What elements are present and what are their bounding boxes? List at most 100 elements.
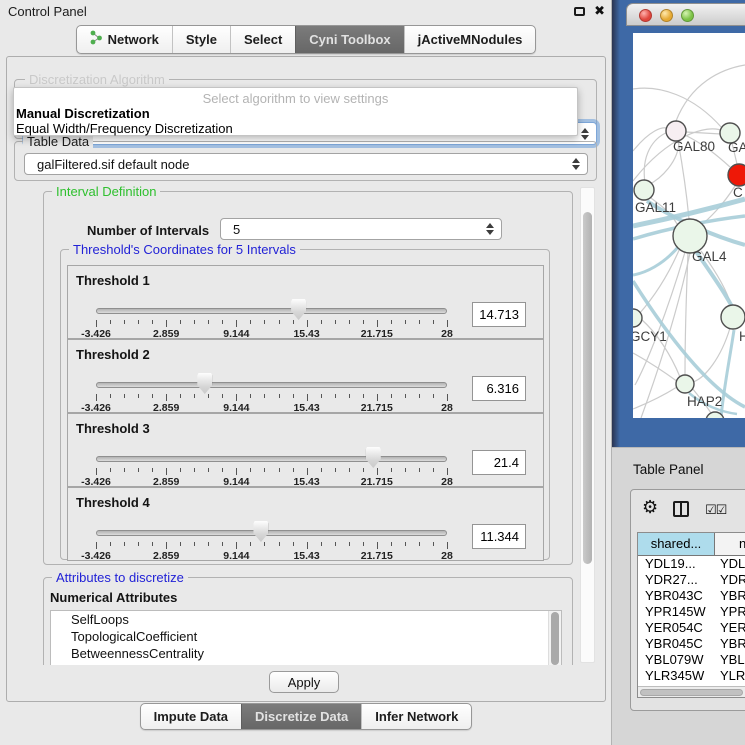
- tick-mark: [222, 542, 223, 546]
- network-edge[interactable]: [693, 328, 730, 382]
- cell-name[interactable]: YDL1: [715, 556, 745, 572]
- table-row[interactable]: YPR145WYPR1: [638, 604, 745, 620]
- tick-mark: [307, 542, 308, 549]
- tick-mark: [208, 394, 209, 398]
- threshold-value-field[interactable]: 6.316: [472, 376, 526, 401]
- minimize-traffic-light-icon[interactable]: [660, 9, 673, 22]
- tab-select[interactable]: Select: [230, 26, 295, 53]
- network-edge[interactable]: [639, 248, 680, 314]
- tick-mark: [377, 542, 378, 549]
- network-node-gal11[interactable]: [634, 180, 654, 200]
- table-row[interactable]: YBR043CYBR0: [638, 588, 745, 604]
- slider-track[interactable]: [96, 382, 447, 388]
- cell-name[interactable]: YER0: [715, 620, 745, 636]
- interval-definition-group: Interval Definition Number of Intervals …: [43, 191, 573, 565]
- threshold-value-field[interactable]: 11.344: [472, 524, 526, 549]
- table-row[interactable]: YDL19...YDL1: [638, 556, 745, 572]
- cell-shared-name[interactable]: YLR345W: [638, 668, 715, 684]
- network-edge-highlighted[interactable]: [721, 330, 734, 418]
- list-scrollbar[interactable]: [548, 611, 561, 665]
- network-edge-highlighted[interactable]: [633, 246, 679, 275]
- cell-shared-name[interactable]: YER054C: [638, 620, 715, 636]
- node-label: GAL4: [692, 249, 727, 264]
- scrollbar-thumb[interactable]: [583, 212, 592, 564]
- cell-shared-name[interactable]: YDR27...: [638, 572, 715, 588]
- cell-name[interactable]: YPR1: [715, 604, 745, 620]
- attribute-item[interactable]: TopologicalCoefficient: [51, 628, 561, 645]
- tick-mark: [391, 468, 392, 472]
- tick-mark: [264, 394, 265, 398]
- cell-shared-name[interactable]: YBR043C: [638, 588, 715, 604]
- numerical-attributes-list[interactable]: SelfLoopsTopologicalCoefficientBetweenne…: [50, 610, 562, 665]
- network-node-gal80[interactable]: [666, 121, 686, 141]
- network-window-titlebar[interactable]: [626, 3, 745, 26]
- cell-shared-name[interactable]: YBR045C: [638, 636, 715, 652]
- num-intervals-combobox[interactable]: 5: [220, 218, 502, 240]
- tick-mark: [321, 468, 322, 472]
- table-row[interactable]: YBR045CYBR0: [638, 636, 745, 652]
- scrollbar-thumb[interactable]: [640, 689, 743, 696]
- table-row[interactable]: YBL079WYBL0: [638, 652, 745, 668]
- slider-track[interactable]: [96, 456, 447, 462]
- vertical-scrollbar[interactable]: [580, 187, 595, 663]
- column-header-name[interactable]: na: [715, 533, 745, 555]
- slider-handle[interactable]: [366, 447, 381, 468]
- network-node-c[interactable]: [728, 164, 745, 186]
- network-node-h[interactable]: [721, 305, 745, 329]
- dropdown-option-manual-discretization[interactable]: Manual Discretization: [16, 106, 150, 121]
- cell-shared-name[interactable]: YBL079W: [638, 652, 715, 668]
- tick-mark: [349, 394, 350, 398]
- attribute-item[interactable]: BetweennessCentrality: [51, 645, 561, 662]
- close-traffic-light-icon[interactable]: [639, 9, 652, 22]
- cell-shared-name[interactable]: YDL19...: [638, 556, 715, 572]
- dropdown-option-equal-width[interactable]: Equal Width/Frequency Discretization: [16, 121, 233, 136]
- cell-name[interactable]: YBR0: [715, 636, 745, 652]
- checkbox-columns-icon[interactable]: ☑☑: [705, 502, 726, 518]
- tick-mark: [96, 468, 97, 475]
- tab-jactivemnodules[interactable]: jActiveMNodules: [404, 26, 536, 53]
- table-row[interactable]: YER054CYER0: [638, 620, 745, 636]
- tab-cyni-toolbox[interactable]: Cyni Toolbox: [295, 26, 403, 53]
- network-node-hap2[interactable]: [676, 375, 694, 393]
- slider-track[interactable]: [96, 530, 447, 536]
- slider-track[interactable]: [96, 308, 447, 314]
- network-edge[interactable]: [633, 387, 677, 409]
- cell-name[interactable]: YLR3: [715, 668, 745, 684]
- tab-style[interactable]: Style: [172, 26, 230, 53]
- network-canvas[interactable]: GAL80GACGAL11GAL4GCY1HHAP2: [633, 33, 745, 418]
- cell-name[interactable]: YBL0: [715, 652, 745, 668]
- table-row[interactable]: YLR345WYLR3: [638, 668, 745, 684]
- float-icon[interactable]: [574, 7, 585, 16]
- network-edge[interactable]: [644, 132, 668, 183]
- tab-network[interactable]: Network: [77, 26, 172, 53]
- tick-label: -3.426: [81, 550, 111, 562]
- horizontal-scrollbar[interactable]: [638, 686, 745, 697]
- table-row[interactable]: YDR27...YDR2: [638, 572, 745, 588]
- tab-infer-network[interactable]: Infer Network: [361, 704, 471, 729]
- network-edge[interactable]: [641, 319, 680, 377]
- threshold-value-field[interactable]: 21.4: [472, 450, 526, 475]
- threshold-value-field[interactable]: 14.713: [472, 302, 526, 327]
- close-icon[interactable]: ✖: [594, 3, 605, 19]
- network-edge[interactable]: [676, 65, 745, 121]
- apply-button[interactable]: Apply: [269, 671, 339, 693]
- network-node-gal4[interactable]: [673, 219, 707, 253]
- attribute-item[interactable]: SelfLoops: [51, 611, 561, 628]
- cell-name[interactable]: YDR2: [715, 572, 745, 588]
- cell-shared-name[interactable]: YPR145W: [638, 604, 715, 620]
- gear-icon[interactable]: ⚙: [642, 498, 658, 516]
- tab-discretize-data[interactable]: Discretize Data: [241, 704, 361, 729]
- slider-handle[interactable]: [253, 521, 268, 542]
- table-data-combobox[interactable]: galFiltered.sif default node: [24, 153, 588, 175]
- split-view-icon[interactable]: [673, 501, 689, 517]
- column-header-shared-name[interactable]: shared...: [638, 533, 715, 555]
- node-label: GA: [728, 140, 745, 155]
- slider-handle[interactable]: [197, 373, 212, 394]
- tab-impute-data[interactable]: Impute Data: [141, 704, 241, 729]
- tick-mark: [363, 542, 364, 546]
- tick-mark: [349, 320, 350, 324]
- scrollbar-thumb[interactable]: [551, 612, 559, 665]
- cell-name[interactable]: YBR0: [715, 588, 745, 604]
- zoom-traffic-light-icon[interactable]: [681, 9, 694, 22]
- slider-handle[interactable]: [291, 299, 306, 320]
